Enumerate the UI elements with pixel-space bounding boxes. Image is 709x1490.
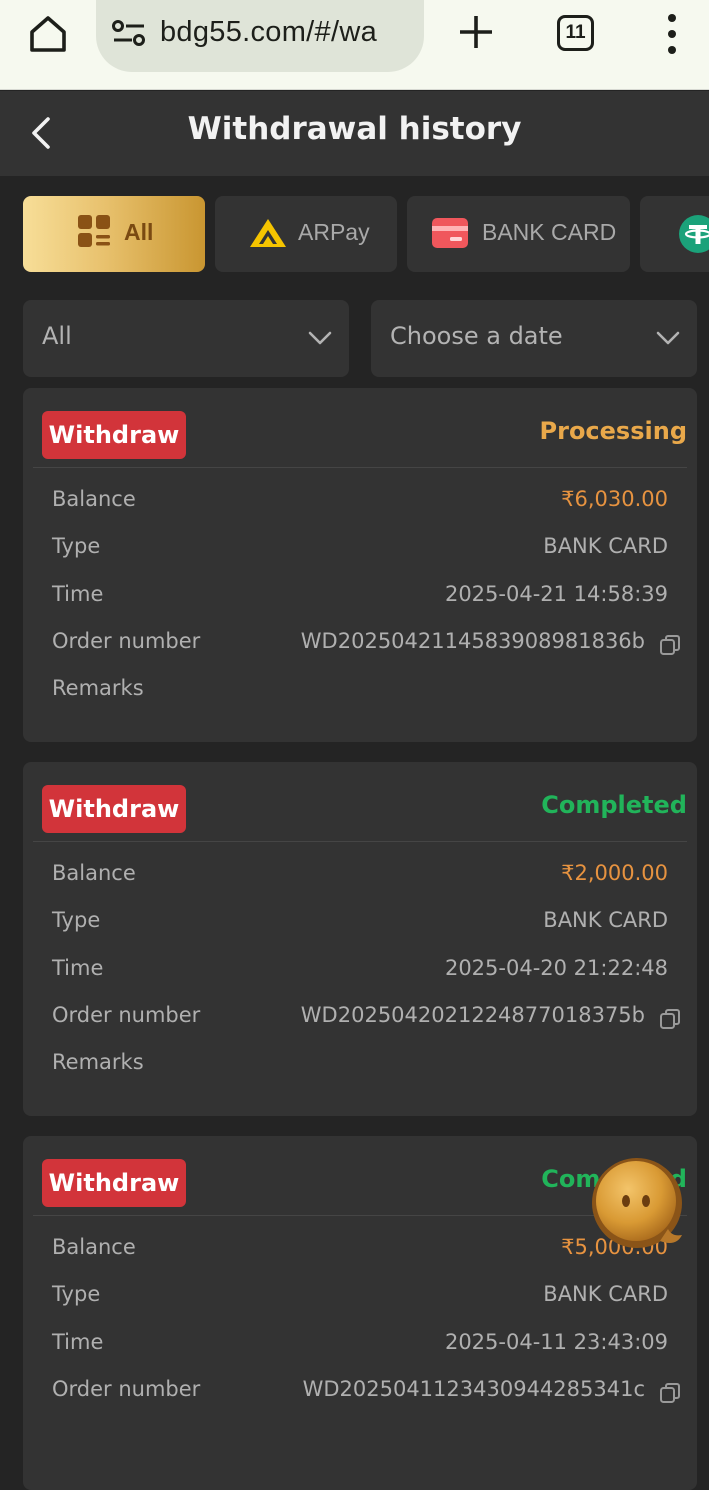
type-label: Type [52,1282,101,1306]
balance-row: Balance ₹5,000.00 [52,1235,668,1265]
page-title: Withdrawal history [187,111,522,147]
more-menu-icon[interactable] [662,12,682,56]
tab-all-label: All [124,219,154,245]
order-number-label: Order number [52,629,201,653]
balance-label: Balance [52,1235,136,1259]
time-label: Time [52,956,104,980]
balance-row: Balance ₹2,000.00 [52,861,668,891]
site-settings-icon[interactable] [112,20,146,46]
type-filter-select[interactable]: All [23,300,349,377]
balance-label: Balance [52,861,136,885]
home-icon[interactable] [26,12,70,56]
type-row: Type BANK CARD [52,1282,668,1312]
address-bar[interactable]: bdg55.com/#/wa [96,0,424,72]
time-row: Time 2025-04-21 14:58:39 [52,582,668,612]
order-number-row: Order number WD2025042021224877018375b [52,1003,680,1033]
type-value: BANK CARD [543,1282,668,1306]
time-label: Time [52,582,104,606]
order-number-label: Order number [52,1003,201,1027]
time-value: 2025-04-20 21:22:48 [444,956,668,980]
copy-icon[interactable] [659,1382,681,1404]
order-number-label: Order number [52,1377,201,1401]
withdraw-badge: Withdraw [42,1159,186,1207]
date-filter-placeholder: Choose a date [390,322,563,350]
remarks-label: Remarks [52,1050,144,1074]
url-text[interactable]: bdg55.com/#/wa [160,16,377,49]
grid-icon [78,215,110,247]
balance-value: ₹6,030.00 [561,487,668,511]
tab-bank-card-label: BANK CARD [482,219,617,245]
order-number-row: Order number WD2025041123430944285341c [52,1377,680,1407]
browser-toolbar: bdg55.com/#/wa 11 [0,0,709,90]
type-value: BANK CARD [543,908,668,932]
withdrawal-record-card[interactable]: Withdraw Completed Balance ₹2,000.00 Typ… [23,762,697,1116]
copy-icon[interactable] [659,634,681,656]
time-label: Time [52,1330,104,1354]
remarks-row: Remarks [52,1050,668,1080]
bank-card-icon [432,218,468,248]
time-row: Time 2025-04-20 21:22:48 [52,956,668,986]
type-row: Type BANK CARD [52,534,668,564]
arpay-logo-icon [250,219,286,247]
type-row: Type BANK CARD [52,908,668,938]
remarks-row: Remarks [52,676,668,706]
type-label: Type [52,908,101,932]
new-tab-icon[interactable] [456,12,496,52]
order-number-value: WD2025042021224877018375b [300,1003,645,1027]
tab-usdt[interactable] [640,196,709,272]
page-header: Withdrawal history [0,91,709,176]
order-number-value: WD2025041123430944285341c [302,1377,645,1401]
withdraw-badge: Withdraw [42,411,186,459]
divider [33,467,687,468]
order-number-value: WD2025042114583908981836b [300,629,645,653]
remarks-label: Remarks [52,676,144,700]
type-label: Type [52,534,101,558]
order-number-row: Order number WD2025042114583908981836b [52,629,680,659]
usdt-icon [679,215,709,253]
balance-value: ₹2,000.00 [561,861,668,885]
time-value: 2025-04-11 23:43:09 [444,1330,668,1354]
tab-bank-card[interactable]: BANK CARD [407,196,630,272]
divider [33,1215,687,1216]
time-row: Time 2025-04-11 23:43:09 [52,1330,668,1360]
chevron-down-icon [656,331,680,345]
balance-row: Balance ₹6,030.00 [52,487,668,517]
tab-arpay-label: ARPay [298,219,370,245]
copy-icon[interactable] [659,1008,681,1030]
divider [33,841,687,842]
withdrawal-record-card[interactable]: Withdraw Processing Balance ₹6,030.00 Ty… [23,388,697,742]
customer-service-chat-icon[interactable] [590,1155,686,1251]
type-filter-value: All [42,322,72,350]
status-text: Completed [541,791,687,819]
withdraw-badge: Withdraw [42,785,186,833]
tab-arpay[interactable]: ARPay [215,196,397,272]
time-value: 2025-04-21 14:58:39 [444,582,668,606]
tab-all[interactable]: All [23,196,205,272]
tab-switcher-button[interactable]: 11 [557,15,594,51]
type-value: BANK CARD [543,534,668,558]
date-filter-select[interactable]: Choose a date [371,300,697,377]
status-text: Processing [539,417,687,445]
balance-label: Balance [52,487,136,511]
chevron-down-icon [308,331,332,345]
